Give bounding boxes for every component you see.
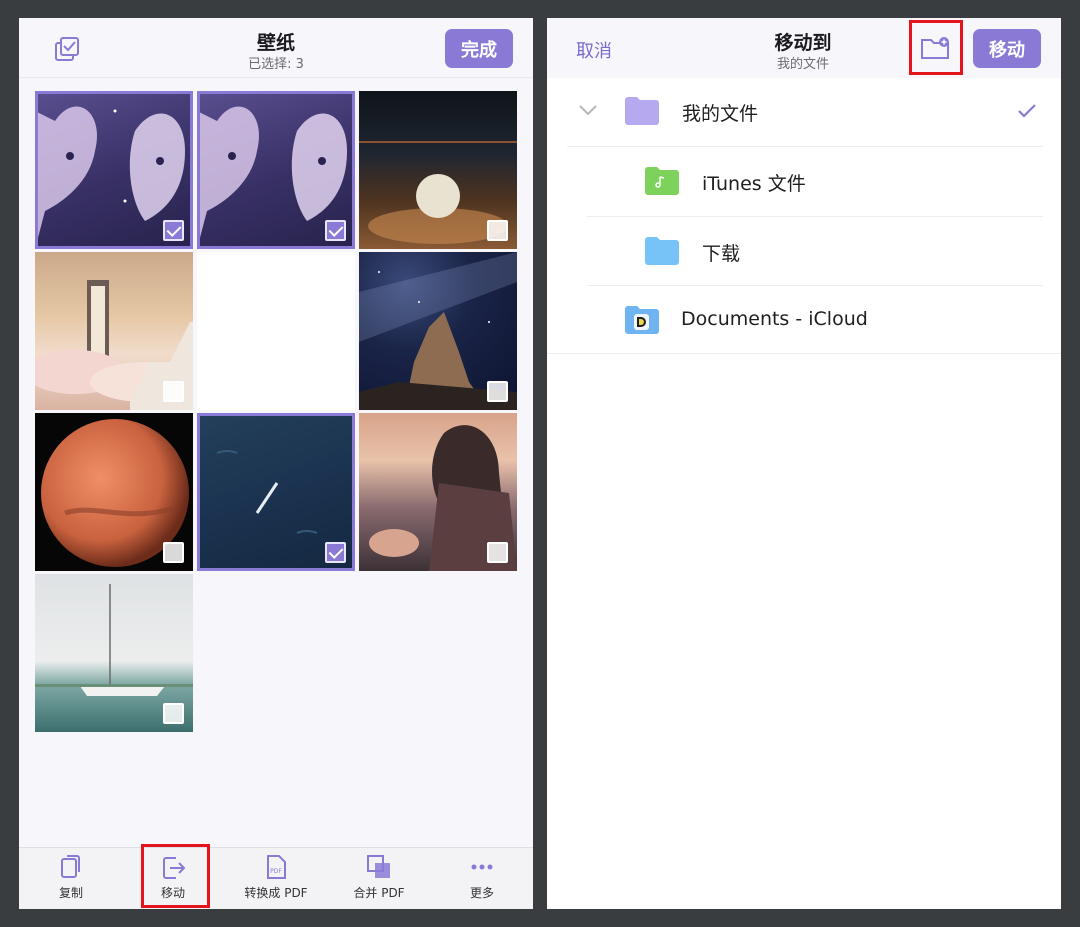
move-button[interactable]: 移动 xyxy=(973,29,1041,68)
photo-tile[interactable] xyxy=(35,413,193,571)
photo-checkbox[interactable] xyxy=(487,542,508,563)
current-folder-subtitle: 我的文件 xyxy=(776,57,829,72)
album-header: 壁纸 已选择: 3 完成 xyxy=(19,18,533,78)
merge-pdf-button[interactable]: 合并 PDF xyxy=(329,854,429,901)
folder-row-my-files[interactable]: 我的文件 xyxy=(547,77,1061,147)
photo-checkbox[interactable] xyxy=(487,381,508,402)
documents-icloud-folder-icon xyxy=(625,306,659,334)
photo-checkbox[interactable] xyxy=(163,542,184,563)
convert-pdf-label: 转换成 PDF xyxy=(244,886,308,900)
move-highlight-box xyxy=(141,844,210,908)
bottom-toolbar: 复制 移动 PDF 转换成 PDF 合并 PDF 更多 xyxy=(19,847,533,909)
folder-label: 我的文件 xyxy=(682,103,759,125)
wallpaper-album-panel: 壁纸 已选择: 3 完成 复制 移动 PDF 转换成 PDF 合并 PDF 更多 xyxy=(19,18,533,909)
merge-icon xyxy=(367,855,390,878)
folder-icon xyxy=(625,97,659,125)
photo-tile[interactable] xyxy=(359,413,517,571)
move-to-header: 取消 移动到 我的文件 移动 xyxy=(547,18,1061,78)
chevron-down-icon[interactable] xyxy=(578,103,598,117)
cancel-button[interactable]: 取消 xyxy=(576,37,612,63)
copy-label: 复制 xyxy=(58,886,83,900)
more-button[interactable]: 更多 xyxy=(432,854,532,901)
photo-tile-blank[interactable] xyxy=(197,252,355,410)
photo-tile[interactable] xyxy=(359,91,517,249)
more-label: 更多 xyxy=(469,886,494,900)
move-to-panel: 取消 移动到 我的文件 移动 我的文件 iTunes 文件 下载 Documen… xyxy=(547,18,1061,909)
folder-label: Documents - iCloud xyxy=(681,308,868,330)
photo-tile[interactable] xyxy=(197,413,355,571)
convert-pdf-button[interactable]: PDF 转换成 PDF xyxy=(226,854,326,901)
photo-tile[interactable] xyxy=(35,574,193,732)
photo-checkbox[interactable] xyxy=(163,381,184,402)
photo-checkbox[interactable] xyxy=(325,542,346,563)
photo-checkbox[interactable] xyxy=(487,220,508,241)
folder-label: iTunes 文件 xyxy=(702,173,806,195)
checkmark-icon xyxy=(1018,104,1036,118)
more-dots-icon xyxy=(471,864,493,870)
photo-tile[interactable] xyxy=(197,91,355,249)
folder-label: 下载 xyxy=(702,243,741,265)
pdf-file-icon: PDF xyxy=(267,855,286,879)
copy-icon xyxy=(61,855,80,878)
photo-checkbox[interactable] xyxy=(325,220,346,241)
itunes-folder-icon xyxy=(645,167,679,195)
folder-row-itunes[interactable]: iTunes 文件 xyxy=(547,147,1061,217)
download-folder-icon xyxy=(645,237,679,265)
copy-button[interactable]: 复制 xyxy=(21,854,121,901)
folder-row-downloads[interactable]: 下载 xyxy=(547,217,1061,287)
photo-checkbox[interactable] xyxy=(163,703,184,724)
merge-pdf-label: 合并 PDF xyxy=(353,886,405,900)
move-to-title: 移动到 xyxy=(774,32,832,54)
new-folder-highlight-box xyxy=(909,20,963,75)
folder-row-documents-icloud[interactable]: Documents - iCloud xyxy=(547,286,1061,356)
photo-tile[interactable] xyxy=(359,252,517,410)
divider xyxy=(547,353,1061,354)
svg-text:PDF: PDF xyxy=(270,868,282,875)
photo-tile[interactable] xyxy=(35,252,193,410)
photo-tile[interactable] xyxy=(35,91,193,249)
done-button[interactable]: 完成 xyxy=(445,29,513,68)
photo-checkbox[interactable] xyxy=(163,220,184,241)
